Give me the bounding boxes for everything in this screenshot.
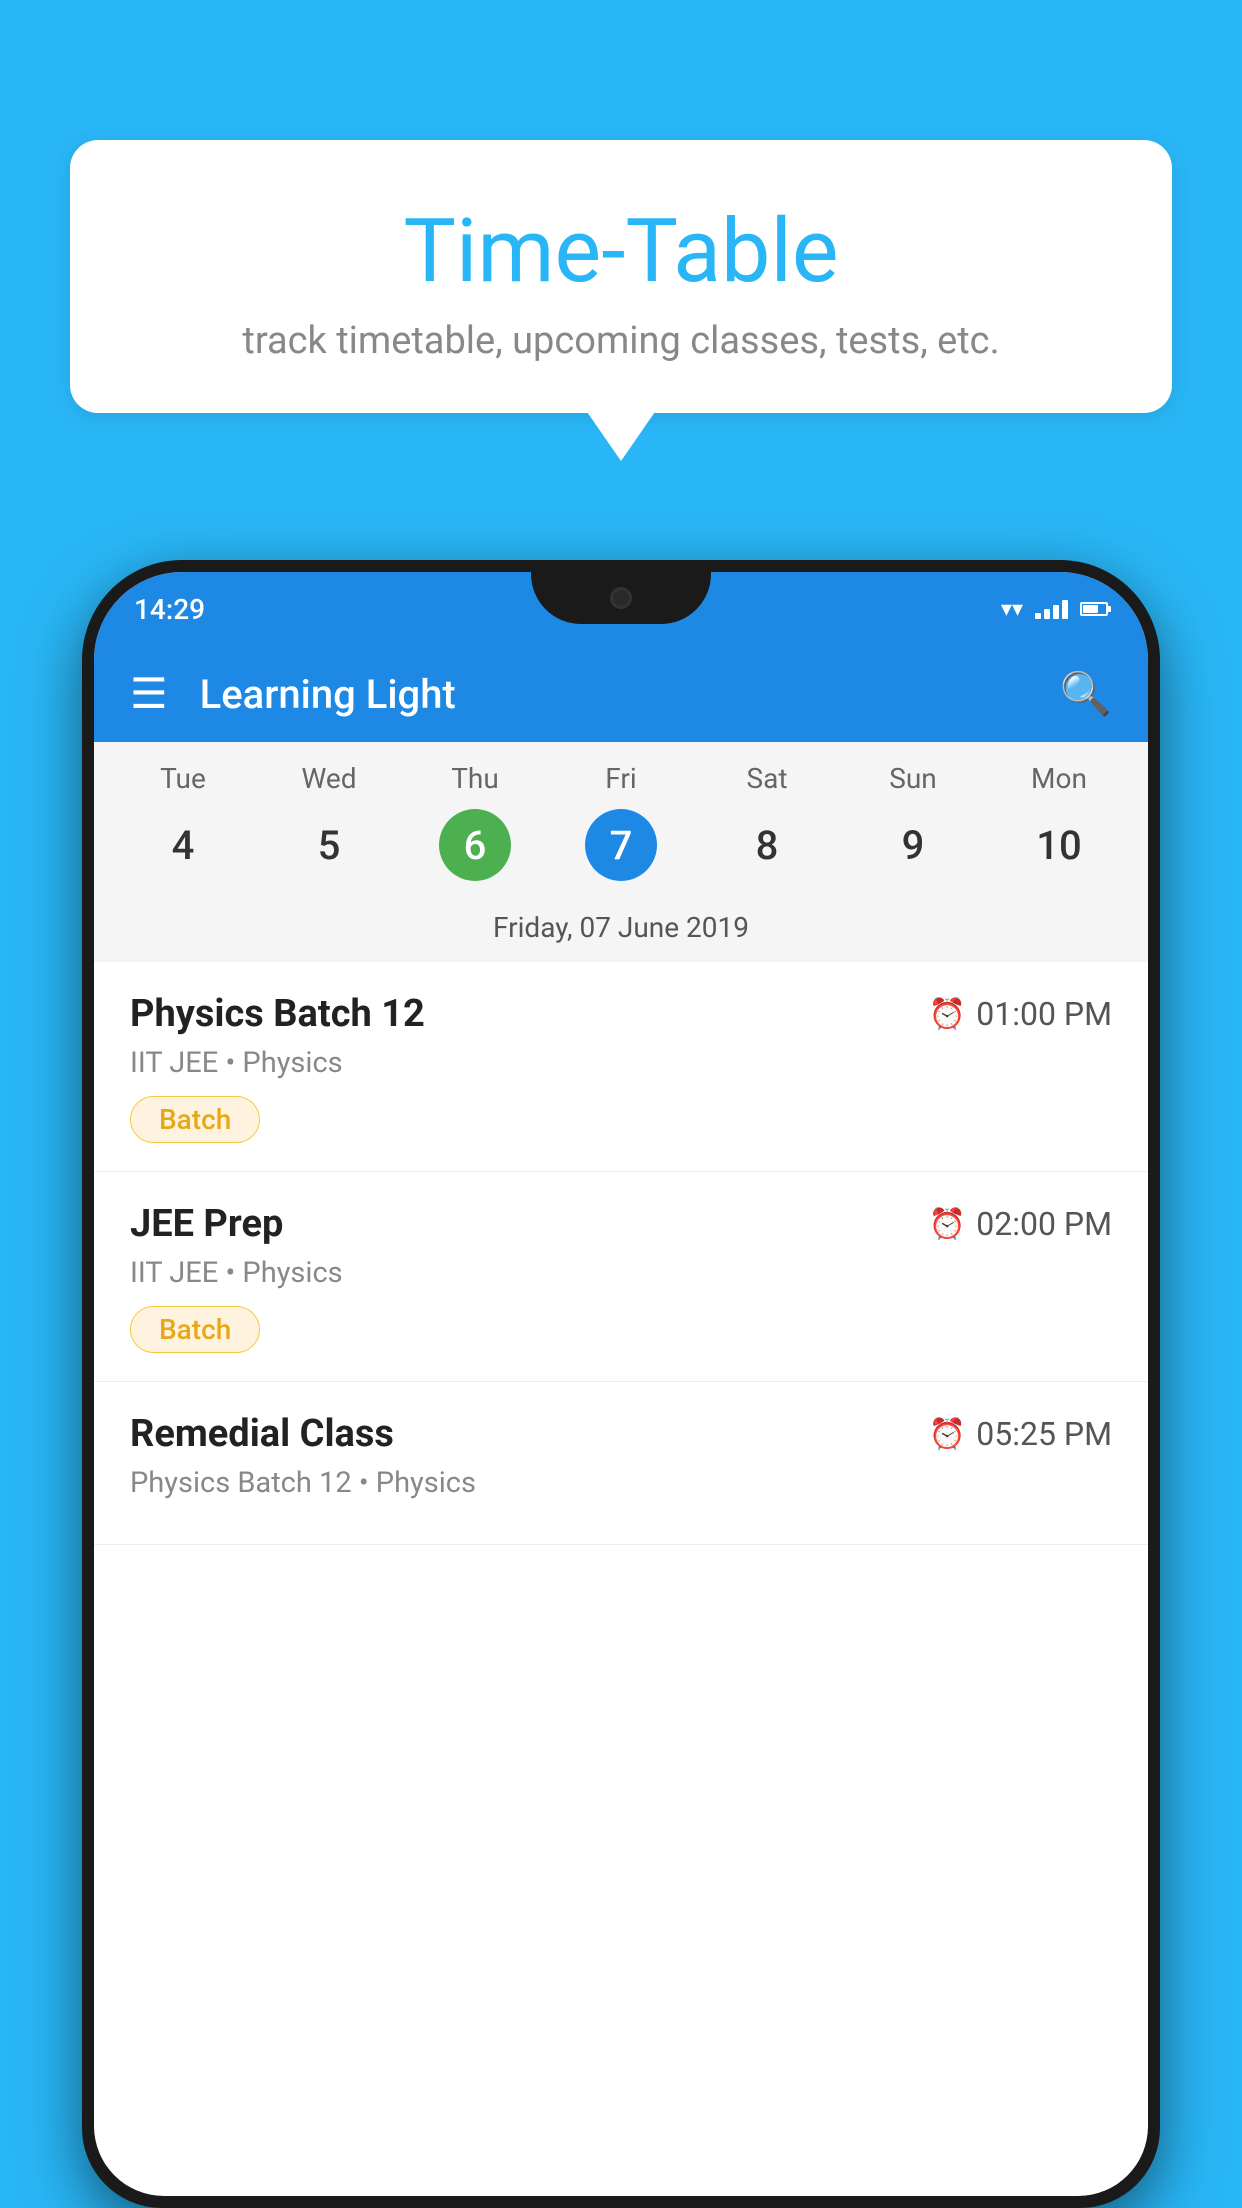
app-bar: ☰ Learning Light 🔍 [94, 646, 1148, 742]
schedule-item[interactable]: Physics Batch 12 ⏰ 01:00 PM IIT JEE • Physi… [94, 962, 1148, 1172]
batch-badge: Batch [130, 1306, 260, 1353]
calendar-day-number: 4 [147, 809, 219, 881]
calendar-day-cell[interactable]: Wed 5 [269, 762, 389, 881]
battery-fill [1083, 605, 1098, 613]
hamburger-icon[interactable]: ☰ [130, 669, 168, 719]
schedule-item-title: Physics Batch 12 [130, 992, 425, 1036]
clock-icon: ⏰ [929, 1417, 966, 1452]
calendar-day-name: Sat [746, 762, 787, 795]
calendar-day-name: Mon [1031, 762, 1087, 795]
calendar-day-name: Fri [605, 762, 636, 795]
battery-tip [1108, 606, 1111, 612]
schedule-item[interactable]: Remedial Class ⏰ 05:25 PM Physics Batch 12 … [94, 1382, 1148, 1545]
calendar-day-cell[interactable]: Sat 8 [707, 762, 827, 881]
calendar-day-number: 10 [1023, 809, 1095, 881]
wifi-icon: ▾▾ [1001, 597, 1023, 622]
status-icons: ▾▾ [1001, 597, 1108, 622]
schedule-item[interactable]: JEE Prep ⏰ 02:00 PM IIT JEE • Physics Batch [94, 1172, 1148, 1382]
calendar-day-cell[interactable]: Mon 10 [999, 762, 1119, 881]
calendar-day-cell[interactable]: Tue 4 [123, 762, 243, 881]
batch-badge: Batch [130, 1096, 260, 1143]
speech-bubble-card: Time-Table track timetable, upcoming cla… [70, 140, 1172, 413]
calendar-day-cell[interactable]: Thu 6 [415, 762, 535, 881]
schedule-list: Physics Batch 12 ⏰ 01:00 PM IIT JEE • Physi… [94, 962, 1148, 1545]
battery-icon [1080, 602, 1108, 616]
phone-screen: 14:29 ▾▾ [94, 572, 1148, 2196]
calendar-day-cell[interactable]: Fri 7 [561, 762, 681, 881]
speech-bubble-section: Time-Table track timetable, upcoming cla… [70, 140, 1172, 413]
speech-bubble-title: Time-Table [150, 200, 1092, 303]
phone-notch [531, 572, 711, 624]
schedule-item-time-text: 05:25 PM [976, 1415, 1112, 1453]
search-icon[interactable]: 🔍 [1060, 670, 1112, 719]
schedule-item-subtitle: IIT JEE • Physics [130, 1256, 1112, 1290]
schedule-item-subtitle: Physics Batch 12 • Physics [130, 1466, 1112, 1500]
calendar-day-number: 5 [293, 809, 365, 881]
schedule-item-time-text: 01:00 PM [976, 995, 1112, 1033]
calendar-day-name: Wed [301, 762, 356, 795]
calendar-day-name: Thu [451, 762, 499, 795]
calendar-day-name: Sun [889, 762, 937, 795]
phone-frame: 14:29 ▾▾ [82, 560, 1160, 2208]
calendar-day-cell[interactable]: Sun 9 [853, 762, 973, 881]
signal-icon [1035, 599, 1068, 619]
calendar-day-number: 7 [585, 809, 657, 881]
calendar-day-number: 6 [439, 809, 511, 881]
status-bar: 14:29 ▾▾ [94, 572, 1148, 646]
calendar-days-row: Tue 4 Wed 5 Thu 6 Fri 7 Sat 8 Sun 9 Mon 10 [94, 762, 1148, 881]
speech-bubble-subtitle: track timetable, upcoming classes, tests… [150, 319, 1092, 363]
status-time: 14:29 [134, 593, 205, 626]
schedule-item-title: Remedial Class [130, 1412, 394, 1456]
clock-icon: ⏰ [929, 1207, 966, 1242]
camera [610, 587, 632, 609]
calendar-day-name: Tue [160, 762, 206, 795]
app-bar-title: Learning Light [200, 671, 1028, 718]
schedule-item-subtitle: IIT JEE • Physics [130, 1046, 1112, 1080]
calendar-day-number: 8 [731, 809, 803, 881]
schedule-item-time-text: 02:00 PM [976, 1205, 1112, 1243]
calendar-day-number: 9 [877, 809, 949, 881]
calendar-date-label: Friday, 07 June 2019 [94, 897, 1148, 962]
clock-icon: ⏰ [929, 997, 966, 1032]
schedule-item-title: JEE Prep [130, 1202, 283, 1246]
calendar-strip: Tue 4 Wed 5 Thu 6 Fri 7 Sat 8 Sun 9 Mon 10 Friday, 07… [94, 742, 1148, 962]
